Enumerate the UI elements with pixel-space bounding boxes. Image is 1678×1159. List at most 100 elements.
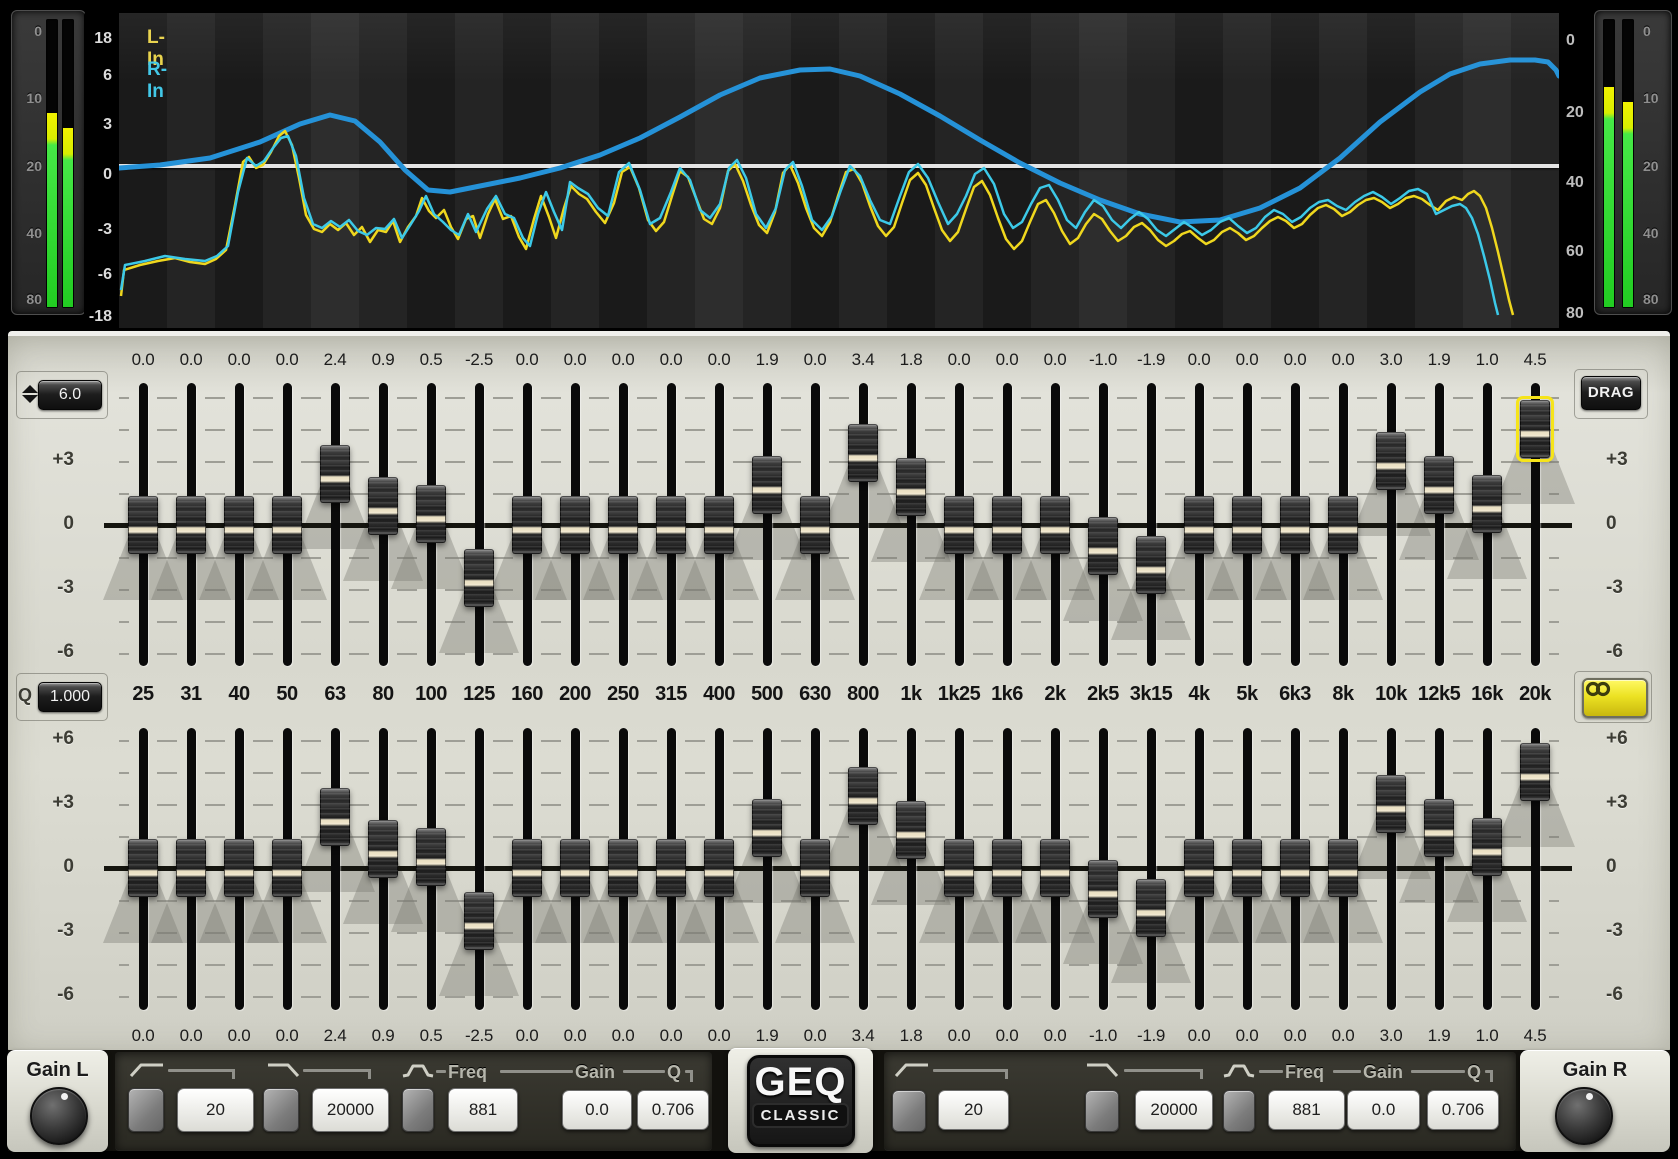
fader-handle-lower[interactable] — [800, 839, 830, 897]
fader-handle-upper[interactable] — [896, 458, 926, 516]
fader-handle-upper[interactable] — [1520, 400, 1550, 458]
fader-handle-lower[interactable] — [320, 788, 350, 846]
fader-track-lower[interactable] — [763, 728, 772, 1010]
gain-l-knob[interactable] — [30, 1087, 88, 1145]
fader-handle-lower[interactable] — [656, 839, 686, 897]
fader-handle-upper[interactable] — [656, 496, 686, 554]
bell-freq-box[interactable]: 881 — [448, 1088, 518, 1132]
fader-handle-lower[interactable] — [1040, 839, 1070, 897]
lpf-freq-box[interactable]: 20000 — [312, 1088, 389, 1132]
fader-handle-upper[interactable] — [1184, 496, 1214, 554]
fader-handle-lower[interactable] — [224, 839, 254, 897]
fader-track-upper[interactable] — [331, 383, 340, 666]
fader-handle-lower[interactable] — [368, 820, 398, 878]
fader-handle-upper[interactable] — [560, 496, 590, 554]
fader-handle-upper[interactable] — [224, 496, 254, 554]
fader-track-lower[interactable] — [331, 728, 340, 1010]
fader-handle-upper[interactable] — [464, 549, 494, 607]
fader-track-upper[interactable] — [1147, 383, 1156, 666]
fader-track-lower[interactable] — [1147, 728, 1156, 1010]
fader-handle-lower[interactable] — [896, 801, 926, 859]
fader-handle-lower[interactable] — [464, 892, 494, 950]
fader-handle-upper[interactable] — [128, 496, 158, 554]
fader-handle-upper[interactable] — [1328, 496, 1358, 554]
fader-handle-upper[interactable] — [368, 477, 398, 535]
fader-handle-lower[interactable] — [1136, 879, 1166, 937]
fader-handle-lower[interactable] — [1088, 860, 1118, 918]
fader-handle-upper[interactable] — [992, 496, 1022, 554]
fader-handle-lower[interactable] — [848, 767, 878, 825]
fader-handle-upper[interactable] — [176, 496, 206, 554]
band-freq-label: 20k — [1509, 683, 1561, 705]
hpf-toggle[interactable] — [892, 1090, 926, 1132]
fader-handle-lower[interactable] — [704, 839, 734, 897]
bell-toggle[interactable] — [1223, 1090, 1255, 1132]
bell-gain-box[interactable]: 0.0 — [1347, 1090, 1420, 1130]
bell-freq-box[interactable]: 881 — [1268, 1090, 1345, 1130]
fader-handle-lower[interactable] — [1184, 839, 1214, 897]
range-value-box[interactable]: 6.0 — [38, 380, 102, 410]
fader-handle-lower[interactable] — [752, 799, 782, 857]
fader-handle-lower[interactable] — [1328, 839, 1358, 897]
lpf-freq-box[interactable]: 20000 — [1135, 1090, 1213, 1130]
fader-handle-upper[interactable] — [848, 424, 878, 482]
fader-handle-upper[interactable] — [704, 496, 734, 554]
fader-handle-lower[interactable] — [1472, 818, 1502, 876]
fader-track-lower[interactable] — [1387, 728, 1396, 1010]
fader-handle-upper[interactable] — [1088, 517, 1118, 575]
fader-handle-upper[interactable] — [1376, 432, 1406, 490]
lpf-toggle[interactable] — [263, 1088, 299, 1132]
fader-handle-lower[interactable] — [560, 839, 590, 897]
q-value-box[interactable]: 1.000 — [38, 682, 102, 712]
fader-handle-upper[interactable] — [800, 496, 830, 554]
bell-gain-box[interactable]: 0.0 — [562, 1090, 632, 1130]
fader-handle-upper[interactable] — [272, 496, 302, 554]
fader-handle-lower[interactable] — [944, 839, 974, 897]
link-button[interactable] — [1582, 678, 1648, 718]
fader-handle-lower[interactable] — [512, 839, 542, 897]
hpf-freq-box[interactable]: 20 — [938, 1090, 1009, 1130]
bell-q-box[interactable]: 0.706 — [1427, 1090, 1499, 1130]
fader-track-upper[interactable] — [1387, 383, 1396, 666]
gain-scale-label: -3 — [30, 921, 74, 940]
range-arrows-icon[interactable] — [22, 385, 38, 403]
fader-handle-upper[interactable] — [608, 496, 638, 554]
fader-handle-lower[interactable] — [272, 839, 302, 897]
fader-handle-upper[interactable] — [1472, 475, 1502, 533]
fader-track-upper[interactable] — [763, 383, 772, 666]
fader-track-upper[interactable] — [1435, 383, 1444, 666]
fader-handle-lower[interactable] — [1520, 743, 1550, 801]
bell-toggle[interactable] — [402, 1088, 434, 1132]
drag-button[interactable]: DRAG — [1581, 376, 1641, 410]
fader-handle-upper[interactable] — [320, 445, 350, 503]
hpf-toggle[interactable] — [128, 1088, 164, 1132]
fader-handle-lower[interactable] — [608, 839, 638, 897]
fader-track-upper[interactable] — [907, 383, 916, 666]
fader-handle-lower[interactable] — [1424, 799, 1454, 857]
fader-track-lower[interactable] — [907, 728, 916, 1010]
fader-handle-upper[interactable] — [512, 496, 542, 554]
fader-handle-lower[interactable] — [1376, 775, 1406, 833]
fader-track-upper[interactable] — [475, 383, 484, 666]
fader-handle-lower[interactable] — [176, 839, 206, 897]
fader-handle-upper[interactable] — [944, 496, 974, 554]
fader-handle-lower[interactable] — [128, 839, 158, 897]
fader-track-lower[interactable] — [475, 728, 484, 1010]
fader-track-lower[interactable] — [1435, 728, 1444, 1010]
lpf-toggle[interactable] — [1085, 1090, 1119, 1132]
fader-handle-upper[interactable] — [1280, 496, 1310, 554]
fader-handle-lower[interactable] — [1232, 839, 1262, 897]
fader-handle-lower[interactable] — [416, 828, 446, 886]
fader-handle-upper[interactable] — [1232, 496, 1262, 554]
fader-handle-upper[interactable] — [416, 485, 446, 543]
gain-r-knob[interactable] — [1555, 1087, 1613, 1145]
hpf-freq-box[interactable]: 20 — [177, 1088, 254, 1132]
fader-handle-upper[interactable] — [1136, 536, 1166, 594]
fader-handle-lower[interactable] — [992, 839, 1022, 897]
bell-q-box[interactable]: 0.706 — [637, 1090, 709, 1130]
fader-handle-lower[interactable] — [1280, 839, 1310, 897]
fader-handle-upper[interactable] — [1424, 456, 1454, 514]
fader-handle-upper[interactable] — [752, 456, 782, 514]
fader-handle-upper[interactable] — [1040, 496, 1070, 554]
gain-scale-label: -3 — [30, 578, 74, 597]
